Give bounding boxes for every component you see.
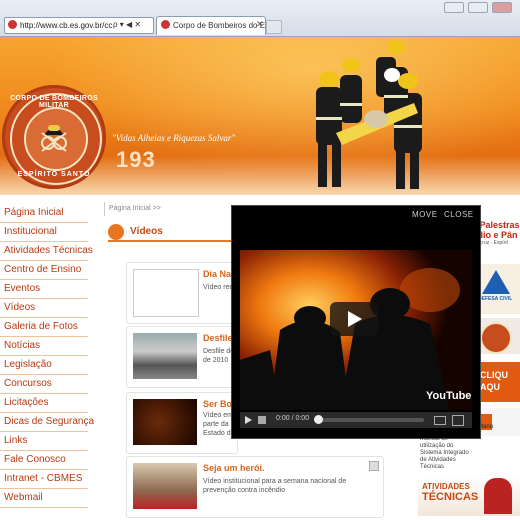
tab-title: Corpo de Bombeiros do Es... [173,21,266,30]
header-slogan: "Vidas Alheias e Riquezas Salvar" [112,133,236,143]
seek-bar[interactable] [314,415,424,424]
nav-item-licitacoes[interactable]: Licitações [0,394,88,413]
video-player-overlay[interactable]: MOVE CLOSE YouTube 0:00 / 0:00 [231,205,481,439]
nav-item-videos[interactable]: Vídeos [0,299,88,318]
atividades-tecnicas-banner[interactable]: ATIVIDADES TÉCNICAS [418,476,520,516]
tab-close-icon[interactable]: ✕ [256,19,264,30]
firefighters-image [316,40,422,189]
site-favicon-icon [8,20,17,29]
address-url: http://www.cb.es.gov.br/cc [20,21,113,30]
nav-item-centro-de-ensino[interactable]: Centro de Ensino [0,261,88,280]
videos-section-icon [108,224,124,240]
popout-icon[interactable] [434,416,446,425]
defesa-civil-label: DEFESA CIVIL [478,296,513,302]
video-list-item[interactable]: Ser Bom Vídeo em parte da Estado do [126,392,240,454]
video-frame[interactable]: YouTube [240,250,472,410]
section-title: Vídeos [130,226,163,237]
emergency-number: 193 [116,147,156,172]
new-tab-button[interactable] [266,20,282,34]
breadcrumb[interactable]: Página Inicial >> [104,202,239,216]
video-description: Vídeo institucional para a semana nacion… [203,478,347,494]
nav-item-institucional[interactable]: Institucional [0,223,88,242]
manual-description[interactable]: Manual de utilização do Sistema Integrad… [420,436,470,470]
nav-item-links[interactable]: Links [0,432,88,451]
video-thumbnail[interactable] [133,463,197,509]
video-list-item[interactable]: Seja um herói. Vídeo institucional para … [126,456,384,518]
address-bar-tools[interactable]: ρ ▾ ◀ ✕ [113,17,141,32]
clique-aqui-line-1: CLIQU [480,370,508,380]
atividades-line-2: TÉCNICAS [422,491,479,503]
expand-icon[interactable] [369,461,379,471]
video-thumbnail[interactable] [133,399,197,445]
player-controls: 0:00 / 0:00 [240,412,472,428]
fullscreen-icon[interactable] [452,415,464,426]
window-titlebar [0,0,520,14]
nav-item-fale-conosco[interactable]: Fale Conosco [0,451,88,470]
youtube-logo[interactable]: YouTube [426,390,471,402]
nav-item-legislacao[interactable]: Legislação [0,356,88,375]
tab-favicon-icon [161,20,170,29]
nav-item-pagina-inicial[interactable]: Página Inicial [0,204,88,223]
video-list-item[interactable]: Dia Nac Vídeo red [126,262,238,324]
logo-top-text: CORPO DE BOMBEIROS MILITAR [10,95,98,109]
browser-tab[interactable]: Corpo de Bombeiros do Es... [156,16,266,35]
nav-item-eventos[interactable]: Eventos [0,280,88,299]
nav-item-noticias[interactable]: Notícias [0,337,88,356]
nav-item-concursos[interactable]: Concursos [0,375,88,394]
close-button[interactable]: CLOSE [444,210,474,219]
section-header: Vídeos [108,224,232,242]
minimize-button[interactable] [444,2,464,13]
video-thumbnail[interactable] [133,269,199,317]
player-topbar[interactable]: MOVE CLOSE [232,206,480,222]
firefighter-avatar-icon [484,478,512,514]
volume-icon[interactable] [258,416,266,424]
seek-knob[interactable] [314,415,323,424]
move-button[interactable]: MOVE [412,210,438,219]
play-button[interactable] [330,302,378,336]
video-list-item[interactable]: Desfile Desfile do de 2010 [126,326,238,388]
control-play-icon[interactable] [245,416,252,424]
nav-item-dicas-de-seguranca[interactable]: Dicas de Segurança [0,413,94,432]
nav-item-intranet[interactable]: Intranet - CBMES [0,470,88,489]
site-header-banner: CORPO DE BOMBEIROS MILITAR ESPÍRITO SANT… [0,37,520,195]
fire-department-logo[interactable]: CORPO DE BOMBEIROS MILITAR ESPÍRITO SANT… [2,85,106,189]
atividades-line-1: ATIVIDADES [422,482,470,491]
video-title[interactable]: Seja um herói. [203,463,265,473]
play-icon [348,311,362,327]
nav-item-webmail[interactable]: Webmail [0,489,88,508]
close-window-button[interactable] [492,2,512,13]
browser-chrome: http://www.cb.es.gov.br/cc ρ ▾ ◀ ✕ Corpo… [0,0,520,37]
cbmes-badge-icon [480,322,512,354]
nav-item-galeria-de-fotos[interactable]: Galeria de Fotos [0,318,88,337]
defesa-civil-triangle-icon [482,270,510,294]
helmet-axes-emblem-icon [41,125,67,152]
clique-aqui-line-2: AQU [480,382,500,392]
maximize-button[interactable] [468,2,488,13]
time-display: 0:00 / 0:00 [276,415,310,422]
logo-bottom-text: ESPÍRITO SANTO [17,171,91,178]
video-title[interactable]: Desfile [203,333,233,343]
video-thumbnail[interactable] [133,333,197,379]
nav-item-atividades-tecnicas[interactable]: Atividades Técnicas [0,242,93,261]
left-navigation: Página Inicial Institucional Atividades … [0,204,94,508]
